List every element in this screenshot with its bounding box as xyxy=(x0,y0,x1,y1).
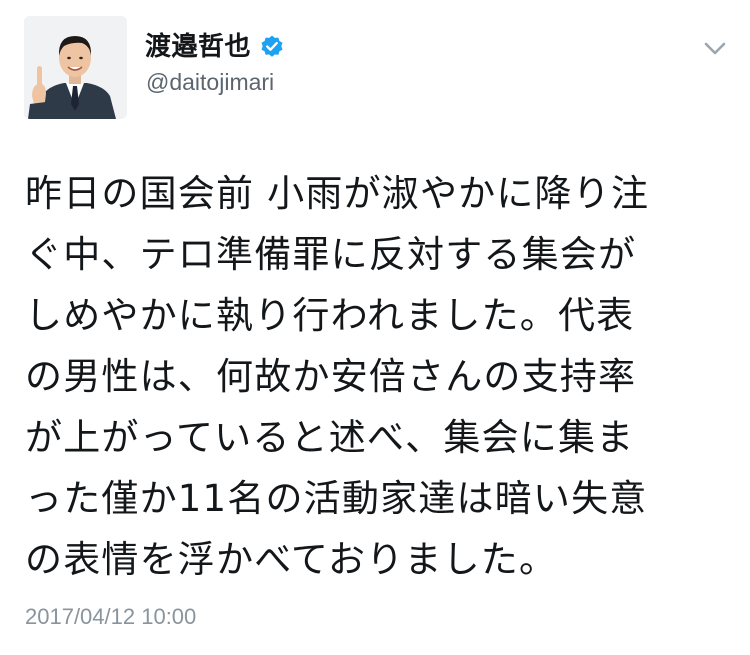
chevron-down-icon[interactable] xyxy=(699,36,731,62)
tweet-text-line: の男性は、何故か安倍さんの支持率 xyxy=(25,355,637,398)
tweet-card: 渡邉哲也 @daitojimari 昨日の国会前 小雨が淑やかに降り注 ぐ中、テ… xyxy=(0,0,750,655)
verified-badge-icon xyxy=(259,34,285,60)
tweet-text-line: が上がっていると述べ、集会に集ま xyxy=(25,416,635,459)
tweet-text-line: ぐ中、テロ準備罪に反対する集会が xyxy=(25,233,637,276)
author-display-name[interactable]: 渡邉哲也 xyxy=(145,30,251,64)
author-avatar[interactable] xyxy=(24,16,127,119)
tweet-text-line: 昨日の国会前 小雨が淑やかに降り注 xyxy=(25,172,650,215)
author-screen-name[interactable]: @daitojimari xyxy=(146,67,274,97)
tweet-text-line: った僅か11名の活動家達は暗い失意 xyxy=(25,477,648,520)
profile-photo-icon xyxy=(24,16,127,119)
tweet-text-line: の表情を浮かべておりました。 xyxy=(25,538,558,581)
tweet-text-line: しめやかに執り行われました。代表 xyxy=(25,294,635,337)
author-name-row: 渡邉哲也 xyxy=(145,30,285,64)
tweet-text: 昨日の国会前 小雨が淑やかに降り注 ぐ中、テロ準備罪に反対する集会が しめやかに… xyxy=(25,163,725,590)
tweet-timestamp[interactable]: 2017/04/12 10:00 xyxy=(25,602,196,632)
